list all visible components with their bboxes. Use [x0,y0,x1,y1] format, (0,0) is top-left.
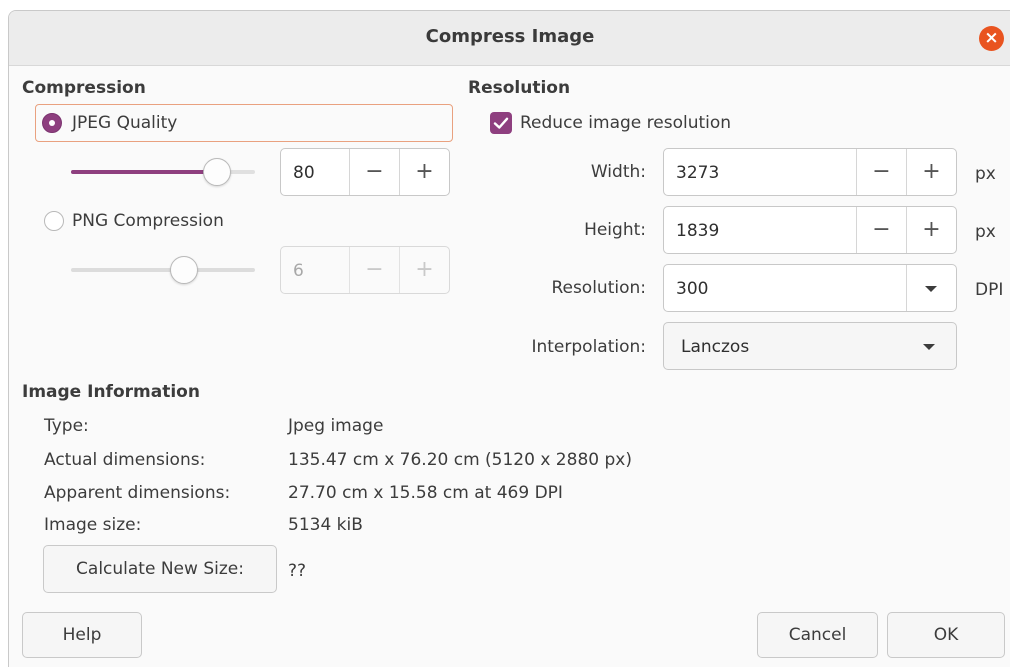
png-slider-knob[interactable] [170,256,198,284]
type-value: Jpeg image [288,416,384,436]
resolution-heading: Resolution [468,78,571,98]
title-bar: Compress Image × [9,11,1010,66]
interpolation-value: Lanczos [681,337,750,357]
close-button[interactable]: × [979,26,1004,51]
resolution-label: Resolution: [551,278,646,298]
jpeg-quality-label: JPEG Quality [72,113,178,133]
height-decrement-button[interactable]: − [856,207,906,253]
reduce-resolution-label: Reduce image resolution [520,113,732,133]
dialog-title: Compress Image [425,26,595,47]
calculate-new-size-button[interactable]: Calculate New Size: [43,545,277,593]
ok-button[interactable]: OK [887,612,1005,658]
apparent-dimensions-value: 27.70 cm x 15.58 cm at 469 DPI [288,483,563,503]
png-compression-label: PNG Compression [72,211,224,231]
height-value[interactable]: 1839 [676,221,719,241]
height-unit: px [975,222,996,242]
png-increment-button[interactable]: + [399,247,449,293]
reduce-resolution-checkbox[interactable] [490,112,512,134]
resolution-dropdown-button[interactable] [906,265,956,311]
jpeg-quality-value[interactable]: 80 [293,163,315,183]
new-size-value: ?? [288,561,307,581]
width-decrement-button[interactable]: − [856,149,906,195]
png-compression-radio[interactable] [44,211,64,231]
jpeg-decrement-button[interactable]: − [349,149,399,195]
help-button[interactable]: Help [22,612,142,658]
checkmark-icon [493,117,509,129]
jpeg-slider-knob[interactable] [203,158,231,186]
height-label: Height: [584,220,646,240]
width-increment-button[interactable]: + [906,149,956,195]
image-size-label: Image size: [44,515,142,535]
height-spinbox: 1839 − + [663,206,957,254]
apparent-dimensions-label: Apparent dimensions: [44,483,231,503]
height-increment-button[interactable]: + [906,207,956,253]
jpeg-slider-fill [71,170,217,174]
resolution-value[interactable]: 300 [676,279,708,299]
actual-dimensions-label: Actual dimensions: [44,450,206,470]
png-compression-value[interactable]: 6 [293,261,304,281]
width-unit: px [975,164,996,184]
interpolation-dropdown[interactable]: Lanczos [663,322,957,370]
jpeg-quality-radio[interactable] [42,113,62,133]
width-spinbox: 3273 − + [663,148,957,196]
jpeg-increment-button[interactable]: + [399,149,449,195]
interpolation-label: Interpolation: [531,337,646,357]
compression-heading: Compression [22,78,146,98]
resolution-combobox: 300 [663,264,957,312]
chevron-down-icon [925,286,937,292]
image-information-heading: Image Information [22,382,200,402]
width-label: Width: [590,162,646,182]
jpeg-quality-spinbox: 80 − + [280,148,450,196]
cancel-button[interactable]: Cancel [757,612,878,658]
png-compression-spinbox: 6 − + [280,246,450,294]
actual-dimensions-value: 135.47 cm x 76.20 cm (5120 x 2880 px) [288,450,632,470]
chevron-down-icon [923,344,935,350]
png-slider-track [71,268,255,272]
type-label: Type: [44,416,89,436]
png-decrement-button[interactable]: − [349,247,399,293]
width-value[interactable]: 3273 [676,163,719,183]
image-size-value: 5134 kiB [288,515,363,535]
resolution-unit: DPI [975,280,1004,300]
